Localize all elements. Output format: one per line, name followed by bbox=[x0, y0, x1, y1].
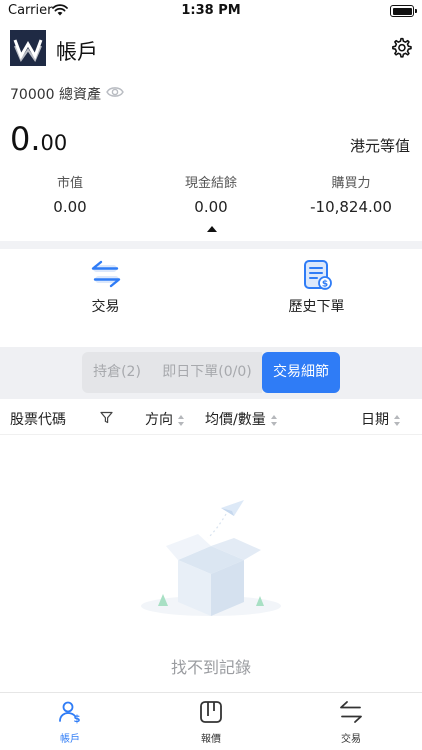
quote-icon bbox=[200, 701, 222, 723]
order-history-icon: $ bbox=[303, 260, 332, 290]
tab-quote[interactable]: 報價 bbox=[141, 699, 281, 745]
battery-icon bbox=[390, 5, 417, 17]
svg-text:$: $ bbox=[74, 714, 81, 725]
tab-label: 交易 bbox=[341, 734, 361, 745]
collapse-caret-icon[interactable] bbox=[207, 226, 217, 232]
amount-integer: 0. bbox=[10, 120, 41, 158]
filter-icon[interactable] bbox=[100, 411, 113, 424]
stat-cash-balance: 現金結餘 0.00 bbox=[141, 172, 281, 216]
stat-label: 購買力 bbox=[331, 176, 371, 191]
svg-text:$: $ bbox=[321, 280, 327, 290]
stat-value: -10,824.00 bbox=[310, 198, 392, 216]
quick-action-label: 交易 bbox=[91, 299, 120, 315]
stat-market-value: 市值 0.00 bbox=[0, 172, 140, 216]
stat-value: 0.00 bbox=[53, 198, 87, 216]
trade-swap-icon bbox=[340, 701, 362, 723]
sort-icon bbox=[270, 414, 278, 426]
empty-state-text: 找不到記錄 bbox=[170, 658, 251, 677]
tab-today-orders[interactable]: 即日下單(0/0) bbox=[152, 352, 262, 393]
brand-logo bbox=[10, 30, 46, 66]
bottom-tab-bar: $ 帳戶 報價 交易 bbox=[0, 692, 422, 750]
tab-holdings[interactable]: 持倉(2) bbox=[82, 352, 152, 393]
tab-trade[interactable]: 交易 bbox=[281, 699, 421, 745]
stat-label: 現金結餘 bbox=[184, 176, 237, 191]
column-avg-price-label: 均價/數量 bbox=[205, 412, 266, 428]
stat-value: 0.00 bbox=[194, 198, 228, 216]
tab-label: 報價 bbox=[201, 734, 221, 745]
currency-label: 港元等值 bbox=[349, 137, 410, 155]
tab-label: 帳戶 bbox=[60, 734, 80, 745]
amount-decimal: 00 bbox=[40, 131, 68, 155]
column-direction[interactable]: 方向 bbox=[145, 409, 185, 429]
clock: 1:38 PM bbox=[181, 3, 241, 18]
stat-label: 市值 bbox=[56, 176, 83, 191]
gear-icon[interactable] bbox=[390, 37, 412, 59]
column-date[interactable]: 日期 bbox=[361, 409, 401, 429]
tab-account[interactable]: $ 帳戶 bbox=[0, 699, 140, 745]
user-account-icon: $ bbox=[59, 701, 81, 725]
total-assets-label: 70000 總資產 bbox=[10, 87, 101, 103]
stat-buying-power: 購買力 -10,824.00 bbox=[281, 172, 421, 216]
swap-arrows-icon bbox=[91, 260, 120, 288]
section-divider bbox=[0, 241, 422, 249]
quick-action-order-history[interactable]: $ 歷史下單 bbox=[211, 258, 422, 316]
empty-box-illustration bbox=[141, 500, 281, 616]
total-amount: 0.00 bbox=[10, 120, 67, 158]
app-header: 帳戶 bbox=[0, 28, 422, 70]
column-avg-price-qty[interactable]: 均價/數量 bbox=[205, 409, 278, 429]
column-date-label: 日期 bbox=[361, 412, 389, 428]
eye-icon[interactable] bbox=[106, 85, 124, 99]
sort-icon bbox=[178, 414, 185, 426]
column-stock-code: 股票代碼 bbox=[10, 412, 66, 428]
quick-action-trade[interactable]: 交易 bbox=[0, 258, 211, 316]
table-header: 股票代碼 方向 均價/數量 日期 bbox=[0, 399, 422, 435]
status-bar: Carrier 1:38 PM bbox=[0, 0, 422, 22]
quick-action-label: 歷史下單 bbox=[288, 299, 345, 315]
tab-trade-details[interactable]: 交易細節 bbox=[262, 352, 340, 393]
column-direction-label: 方向 bbox=[145, 412, 173, 428]
sort-icon bbox=[394, 414, 401, 426]
page-title: 帳戶 bbox=[56, 40, 98, 64]
